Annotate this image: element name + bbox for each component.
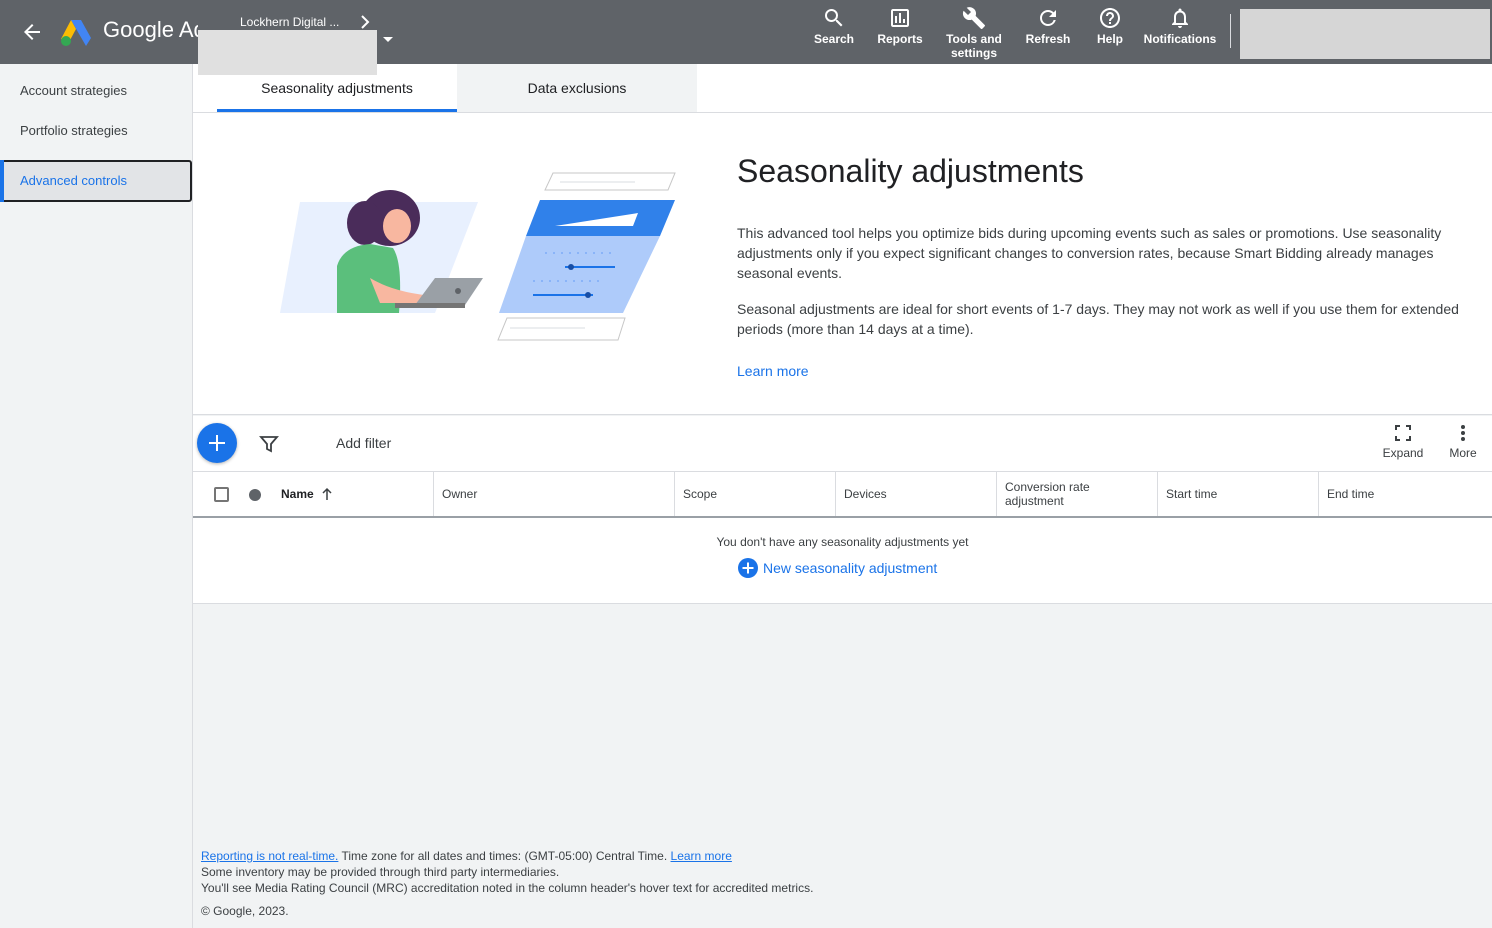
redacted-profile[interactable]: [1240, 9, 1490, 59]
sidebar-item-portfolio-strategies[interactable]: Portfolio strategies: [0, 111, 192, 151]
intro-paragraph-2: Seasonal adjustments are ideal for short…: [737, 301, 1459, 337]
refresh-button[interactable]: Refresh: [1024, 6, 1072, 46]
top-bar: Google Ads Lockhern Digital ... Search R…: [0, 0, 1492, 75]
refresh-icon: [1040, 9, 1056, 26]
column-header-scope[interactable]: Scope: [674, 472, 835, 516]
add-adjustment-button[interactable]: [197, 423, 237, 463]
google-ads-logo-icon: [61, 20, 91, 46]
account-name[interactable]: Lockhern Digital ...: [240, 15, 339, 29]
more-label: More: [1449, 446, 1477, 460]
bell-icon: [1172, 8, 1188, 28]
add-filter-button[interactable]: Add filter: [336, 435, 391, 451]
new-seasonality-adjustment-label: New seasonality adjustment: [763, 560, 938, 576]
empty-message: You don't have any seasonality adjustmen…: [716, 535, 969, 549]
select-all-checkbox[interactable]: [214, 487, 229, 502]
column-header-start-time[interactable]: Start time: [1157, 472, 1318, 516]
column-header-name[interactable]: Name: [273, 472, 433, 516]
footer-learn-more-link[interactable]: Learn more: [671, 849, 732, 863]
notifications-button[interactable]: Notifications: [1142, 6, 1218, 46]
sidebar: Account strategies Portfolio strategies …: [0, 64, 193, 928]
more-vert-icon: [1461, 425, 1465, 441]
page: Google Ads Lockhern Digital ... Search R…: [0, 0, 1492, 928]
main-content: Seasonality adjustments Data exclusions: [193, 64, 1492, 928]
reporting-not-real-time-link[interactable]: Reporting is not real-time.: [201, 849, 338, 863]
wrench-icon: [962, 7, 985, 29]
back-arrow-icon[interactable]: [20, 20, 44, 44]
more-button[interactable]: More: [1443, 424, 1483, 460]
reports-icon: [891, 9, 909, 27]
column-header-conversion-rate[interactable]: Conversion rate adjustment: [996, 472, 1157, 516]
intro-paragraph-1: This advanced tool helps you optimize bi…: [737, 225, 1442, 281]
column-header-name-label: Name: [281, 487, 314, 501]
help-label: Help: [1096, 32, 1123, 46]
footer-line-1: Reporting is not real-time. Time zone fo…: [201, 848, 813, 864]
fullscreen-icon: [1395, 425, 1411, 441]
expand-label: Expand: [1382, 446, 1424, 460]
status-dot-icon: [249, 489, 261, 501]
learn-more-link[interactable]: Learn more: [737, 363, 809, 379]
refresh-label: Refresh: [1025, 32, 1071, 46]
dropdown-arrow-icon[interactable]: [380, 34, 396, 46]
tab-bar: Seasonality adjustments Data exclusions: [193, 64, 1492, 113]
tools-and-settings-button[interactable]: Tools and settings: [940, 6, 1008, 60]
search-icon: [825, 9, 843, 27]
timezone-text: Time zone for all dates and times: (GMT-…: [338, 849, 671, 863]
sort-up-arrow-icon: [322, 487, 332, 500]
plus-icon: [209, 435, 225, 451]
footer-line-2: Some inventory may be provided through t…: [201, 865, 560, 879]
table-header: Name Owner Scope Devices Conversion rate…: [193, 472, 1492, 518]
empty-state: You don't have any seasonality adjustmen…: [193, 518, 1492, 604]
sidebar-item-account-strategies[interactable]: Account strategies: [0, 71, 192, 111]
tools-and-settings-label: Tools and settings: [946, 32, 1002, 60]
tab-data-exclusions[interactable]: Data exclusions: [457, 64, 697, 112]
product-name: Google Ads: [103, 17, 198, 42]
footer-line-3: You'll see Media Rating Council (MRC) ac…: [201, 881, 814, 895]
page-title: Seasonality adjustments: [737, 153, 1084, 189]
column-header-owner[interactable]: Owner: [433, 472, 674, 516]
copyright: © Google, 2023.: [201, 904, 289, 918]
reports-label: Reports: [877, 32, 923, 46]
new-seasonality-adjustment-link[interactable]: New seasonality adjustment: [738, 558, 937, 578]
help-icon: [1100, 8, 1120, 28]
chevron-right-icon[interactable]: [358, 14, 372, 30]
reports-button[interactable]: Reports: [874, 6, 926, 46]
table-toolbar: Add filter Expand More: [193, 416, 1492, 472]
search-button[interactable]: Search: [812, 6, 856, 46]
sidebar-item-advanced-controls[interactable]: Advanced controls: [0, 160, 192, 202]
column-header-end-time[interactable]: End time: [1318, 472, 1492, 516]
help-button[interactable]: Help: [1092, 6, 1128, 46]
expand-button[interactable]: Expand: [1375, 424, 1431, 460]
redacted-account-id: [198, 30, 377, 75]
notifications-label: Notifications: [1143, 32, 1217, 46]
filter-icon[interactable]: [259, 434, 279, 454]
column-header-devices[interactable]: Devices: [835, 472, 996, 516]
intro-panel: Seasonality adjustments This advanced to…: [193, 113, 1492, 415]
footer: Reporting is not real-time. Time zone fo…: [201, 848, 813, 896]
search-label: Search: [813, 32, 855, 46]
header-divider: [1230, 14, 1231, 48]
illustration-woman-laptop-icon: [280, 172, 676, 341]
add-circle-icon: [738, 558, 758, 578]
